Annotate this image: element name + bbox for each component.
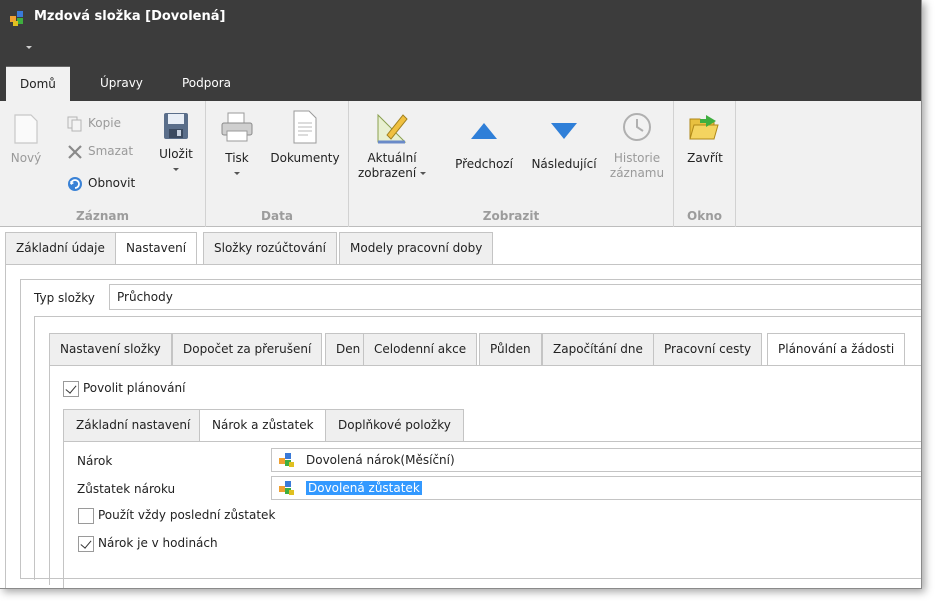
folder-exit-icon [689, 115, 719, 140]
close-button[interactable]: Zavřít [682, 111, 728, 166]
tab-modely-pracovni-doby[interactable]: Modely pracovní doby [339, 232, 494, 264]
zustatek-label: Zůstatek nároku [77, 482, 176, 496]
group-label-okno: Okno [687, 209, 722, 223]
checkbox-checked-icon [78, 535, 94, 552]
arrow-up-icon [471, 123, 497, 139]
main-content: Základní údaje Nastavení Složky rozúčtov… [0, 228, 921, 588]
ribbon-group-okno: Zavřít Okno [674, 101, 736, 227]
settings-inner-group: Nastavení složky Dopočet za přerušení De… [34, 316, 921, 588]
record-history-button[interactable]: Historie záznamu [607, 111, 667, 181]
tab-zakladni-udaje[interactable]: Základní údaje [5, 232, 116, 264]
typ-slozky-field[interactable]: Průchody [109, 284, 921, 310]
settings-panel: Typ složky Průchody Nastavení složky Dop… [5, 264, 921, 588]
save-button[interactable]: Uložit [156, 111, 196, 176]
copy-icon [66, 116, 84, 132]
save-dropdown-icon [173, 168, 179, 171]
arrow-down-icon [551, 123, 577, 139]
tab-nastaveni-slozky[interactable]: Nastavení složky [49, 333, 172, 365]
title-bar: Mzdová složka [Dovolená] [0, 0, 921, 36]
ribbon-group-data: Tisk Dokumenty Data [206, 101, 349, 227]
app-icon [10, 11, 23, 26]
pouzit-posledni-checkbox[interactable]: Použít vždy poslední zůstatek [78, 505, 275, 525]
save-disk-icon [164, 113, 188, 139]
window-title: Mzdová složka [Dovolená] [34, 9, 226, 24]
typ-slozky-group: Typ složky Průchody Nastavení složky Dop… [20, 279, 921, 588]
tab-pulden[interactable]: Půlden [479, 333, 542, 365]
group-label-zobrazit: Zobrazit [482, 209, 540, 223]
povolit-planovani-checkbox[interactable]: Povolit plánování [63, 378, 185, 398]
ribbon-tab-podpora[interactable]: Podpora [168, 66, 245, 101]
checkbox-checked-icon [63, 380, 79, 397]
ribbon-tab-domu[interactable]: Domů [6, 66, 70, 101]
narok-hodiny-checkbox[interactable]: Nárok je v hodinách [78, 533, 218, 553]
tab-zakladni-nastaveni[interactable]: Základní nastavení [63, 409, 204, 441]
narok-field[interactable]: Dovolená nárok(Měsíční) [271, 448, 921, 472]
narok-panel: Nárok Dovolená nárok(Měsíční) Zůstatek n… [63, 441, 921, 588]
printer-icon [221, 112, 253, 142]
zustatek-selected-text: Dovolená zůstatek [306, 481, 422, 495]
ribbon-group-zaznam: Nový Kopie Smazat Obnovit Uložit Záznam [0, 101, 206, 227]
tab-doplnkove-polozky[interactable]: Doplňkové položky [325, 409, 464, 441]
ribbon-group-zobrazit: Aktuální zobrazení Předchozí Následující [349, 101, 674, 227]
current-view-button[interactable]: Aktuální zobrazení [353, 109, 431, 181]
item-type-icon [278, 480, 296, 496]
ribbon-tab-upravy[interactable]: Úpravy [86, 66, 157, 101]
ribbon: Nový Kopie Smazat Obnovit Uložit Záznam … [0, 101, 921, 227]
tab-nastaveni[interactable]: Nastavení [115, 232, 198, 265]
typ-slozky-label: Typ složky [34, 291, 95, 305]
narok-label: Nárok [77, 454, 113, 468]
print-button[interactable]: Tisk [216, 111, 258, 180]
current-view-dropdown-icon [420, 172, 426, 175]
delete-x-icon [66, 144, 84, 160]
app-window: Mzdová složka [Dovolená] Domů Úpravy Pod… [0, 0, 922, 589]
tab-planovani-a-zadosti[interactable]: Plánování a žádosti [767, 333, 906, 366]
quick-access-dropdown-icon[interactable] [26, 46, 32, 49]
zustatek-field[interactable]: Dovolená zůstatek [271, 476, 921, 500]
checkbox-unchecked-icon [78, 507, 94, 524]
group-label-data: Data [261, 209, 293, 223]
refresh-icon [66, 176, 84, 192]
clock-icon [623, 113, 651, 141]
planovani-panel: Povolit plánování Základní nastavení Nár… [49, 365, 921, 588]
new-button[interactable]: Nový [6, 113, 46, 166]
tab-dopocet-za-preruseni[interactable]: Dopočet za přerušení [172, 333, 323, 365]
next-button[interactable]: Následující [525, 119, 603, 172]
group-label-zaznam: Záznam [76, 209, 129, 223]
ribbon-tab-bar: Domů Úpravy Podpora [0, 62, 921, 101]
tab-narok-a-zustatek[interactable]: Nárok a zůstatek [199, 409, 327, 442]
delete-button[interactable]: Smazat [66, 141, 133, 161]
tab-slozky-rozuctovani[interactable]: Složky rozúčtování [203, 232, 337, 264]
document-icon [293, 110, 317, 144]
documents-button[interactable]: Dokumenty [268, 109, 342, 166]
item-type-icon [278, 452, 296, 468]
copy-button[interactable]: Kopie [66, 113, 121, 133]
tab-zapocitani-dne[interactable]: Započítání dne [542, 333, 654, 365]
ruler-pencil-icon [377, 113, 408, 144]
tab-celodenni-akce[interactable]: Celodenní akce [363, 333, 478, 365]
refresh-button[interactable]: Obnovit [66, 173, 135, 193]
new-document-icon [14, 114, 38, 144]
print-dropdown-icon [234, 172, 240, 175]
tab-pracovni-cesty[interactable]: Pracovní cesty [653, 333, 763, 365]
previous-button[interactable]: Předchozí [453, 119, 515, 172]
quick-access-toolbar [0, 36, 921, 62]
